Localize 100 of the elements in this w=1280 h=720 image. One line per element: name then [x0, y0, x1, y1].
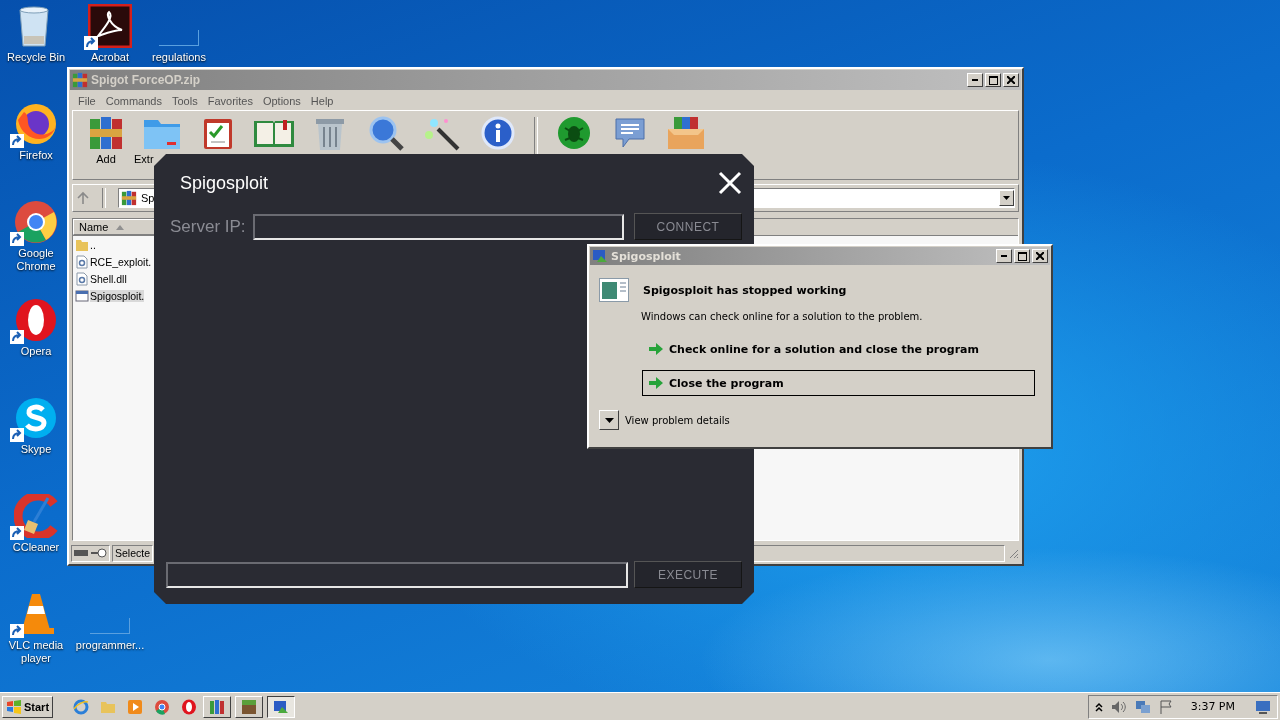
chrome-icon[interactable]: [154, 698, 171, 715]
skype-icon: [14, 396, 58, 440]
dialog-option[interactable]: Check online for a solution and close the program: [642, 336, 1035, 362]
menu-item[interactable]: Help: [305, 94, 339, 107]
grass-block-icon: [241, 698, 258, 715]
file-name[interactable]: Shell.dll: [90, 272, 127, 285]
info-icon[interactable]: [481, 116, 515, 150]
shortcut-arrow-icon: [10, 526, 24, 540]
close-icon: [1007, 76, 1015, 84]
shortcut-arrow-icon: [10, 330, 24, 344]
opera-icon[interactable]: [181, 698, 198, 715]
desktop-icon-label[interactable]: Opera: [20, 345, 52, 358]
caret-icon: [1003, 196, 1010, 200]
file-name[interactable]: RCE_exploit.: [90, 255, 152, 268]
toolbar-label[interactable]: Add: [96, 153, 116, 165]
speaker-icon[interactable]: [1110, 699, 1127, 714]
shortcut-arrow-icon: [10, 624, 24, 638]
arrow-icon: [649, 377, 663, 389]
desktop-icon-label[interactable]: VLC media player: [5, 639, 67, 665]
taskbar-button[interactable]: [267, 695, 296, 718]
file-name[interactable]: Spigosploit.: [90, 289, 145, 302]
app-window-icon: [592, 248, 608, 264]
maximize-icon: [988, 75, 998, 85]
magnifier-icon[interactable]: [368, 115, 404, 151]
bug-icon[interactable]: [557, 116, 591, 150]
minimize-button[interactable]: [996, 249, 1012, 263]
start-button[interactable]: Start: [2, 695, 54, 718]
network-icon[interactable]: [1134, 699, 1151, 714]
menu-item[interactable]: Commands: [100, 94, 167, 107]
server-ip-field[interactable]: [253, 213, 624, 240]
show-desktop-icon[interactable]: [1255, 699, 1271, 714]
desktop-icon-label[interactable]: Firefox: [19, 149, 53, 162]
archive-app-icon: [121, 190, 137, 206]
resize-grip-icon[interactable]: [1007, 547, 1019, 559]
minimize-icon: [972, 79, 978, 81]
folder-icon: [75, 237, 89, 252]
program-window-icon: [599, 278, 629, 302]
gear-file-icon: [75, 254, 89, 269]
clipboard-check-icon[interactable]: [203, 116, 233, 150]
chevron-up-icon[interactable]: [1094, 701, 1103, 712]
app-window-icon: [273, 698, 290, 715]
status-text: Selecte: [112, 544, 154, 562]
close-icon: [1036, 252, 1044, 260]
speech-bubble-icon[interactable]: [613, 117, 647, 149]
key-icon: [91, 548, 107, 558]
drive-icon: [74, 550, 88, 556]
archive-app-icon: [72, 72, 88, 88]
books-archive-icon: [209, 698, 226, 715]
windows-logo-icon: [6, 699, 22, 714]
shortcut-arrow-icon: [10, 134, 24, 148]
opera-icon: [14, 298, 58, 342]
desktop-icon-label[interactable]: CCleaner: [12, 541, 60, 554]
menu-item[interactable]: Favorites: [202, 94, 258, 107]
dialog-option[interactable]: Close the program: [642, 370, 1035, 396]
window-title: Spigosploit: [180, 172, 269, 194]
execute-button[interactable]: EXECUTE: [634, 561, 742, 588]
clock[interactable]: 3:37 PM: [1190, 700, 1235, 713]
command-field[interactable]: [166, 561, 628, 588]
cleaner-icon: [14, 494, 58, 538]
arrow-icon: [649, 343, 663, 355]
menu-item[interactable]: Options: [257, 94, 306, 107]
file-icon: [159, 30, 199, 46]
field-label: Server IP:: [170, 216, 242, 237]
chrome-icon: [14, 200, 58, 244]
desktop-icon-label[interactable]: regulations: [152, 51, 206, 64]
maximize-icon: [1017, 251, 1027, 261]
file-icon: [90, 618, 130, 634]
dropdown-button[interactable]: [999, 190, 1014, 206]
books-archive-icon[interactable]: [88, 115, 124, 151]
minimize-icon: [1001, 255, 1007, 257]
minimize-button[interactable]: [967, 73, 983, 87]
desktop-icon-label[interactable]: Google Chrome: [5, 247, 67, 273]
sort-up-icon: [116, 224, 125, 230]
file-name[interactable]: ..: [90, 238, 96, 251]
toolbar-label[interactable]: Extr: [134, 153, 154, 165]
shortcut-arrow-icon: [84, 36, 98, 50]
menu-item[interactable]: Tools: [167, 94, 203, 107]
window-title: Spigosploit: [611, 249, 681, 263]
close-button[interactable]: [1003, 73, 1019, 87]
program-window-icon: [75, 288, 89, 303]
globe-e-icon[interactable]: [73, 698, 90, 715]
close-icon[interactable]: [718, 171, 742, 195]
maximize-button[interactable]: [1014, 249, 1030, 263]
desktop-icon-label[interactable]: Recycle Bin: [6, 51, 66, 64]
menu-item[interactable]: File: [73, 94, 101, 107]
open-book-icon[interactable]: [253, 117, 295, 149]
desktop-icon-label[interactable]: Skype: [20, 443, 52, 456]
expand-button[interactable]: [599, 410, 619, 430]
dialog-message: Windows can check online for a solution to the problem.: [641, 311, 924, 322]
flag-icon[interactable]: [1158, 699, 1173, 714]
shortcut-arrow-icon: [10, 428, 24, 442]
desktop-icon-label[interactable]: Acrobat: [91, 51, 129, 64]
details-link[interactable]: View problem details: [625, 414, 730, 426]
connect-button[interactable]: CONNECT: [634, 213, 742, 240]
fox-globe-icon: [14, 102, 58, 146]
maximize-button[interactable]: [985, 73, 1001, 87]
package-box-icon[interactable]: [666, 115, 706, 151]
close-button[interactable]: [1032, 249, 1048, 263]
window-title: Spigot ForceOP.zip: [91, 73, 201, 87]
desktop-icon-label[interactable]: programmer...: [75, 639, 145, 652]
